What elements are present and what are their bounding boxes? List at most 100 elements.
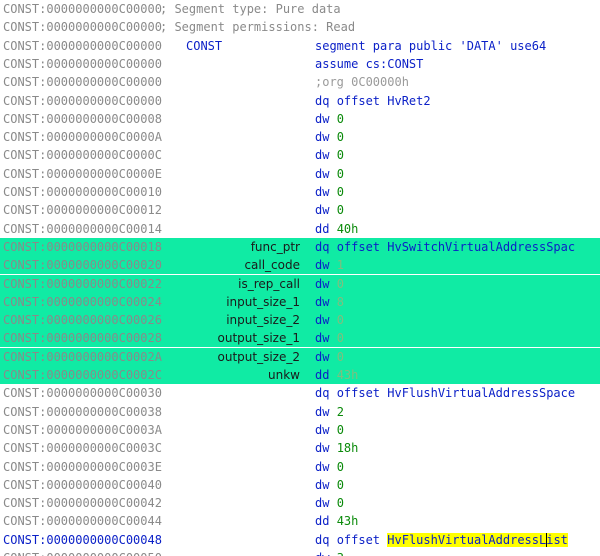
listing-line[interactable]: CONST:0000000000C00044 dd 43h: [0, 512, 600, 530]
address[interactable]: CONST:0000000000C00044: [3, 512, 162, 530]
numeric-operand[interactable]: 0: [337, 496, 344, 510]
struct-field-label[interactable]: output_size_1: [218, 329, 300, 347]
instruction[interactable]: dd 43h: [315, 366, 358, 384]
instruction[interactable]: dw 0: [315, 311, 344, 329]
operand[interactable]: offset HvFlushVirtualAddressSpace: [337, 386, 575, 400]
listing-line[interactable]: CONST:0000000000C0000A dw 0: [0, 128, 600, 146]
address[interactable]: CONST:0000000000C00048: [3, 531, 162, 549]
instruction[interactable]: dw 0: [315, 421, 344, 439]
address[interactable]: CONST:0000000000C00000: [3, 55, 162, 73]
listing-line[interactable]: CONST:0000000000C0002C unkw dd 43h: [0, 366, 600, 384]
instruction[interactable]: assume cs:CONST: [315, 55, 423, 73]
instruction[interactable]: ;org 0C00000h: [315, 73, 409, 91]
address[interactable]: CONST:0000000000C00010: [3, 183, 162, 201]
address[interactable]: CONST:0000000000C00000: [3, 37, 162, 55]
instruction[interactable]: dw 1: [315, 256, 344, 274]
numeric-operand[interactable]: 1: [337, 258, 344, 272]
numeric-operand[interactable]: 0: [337, 130, 344, 144]
address[interactable]: CONST:0000000000C00014: [3, 220, 162, 238]
address[interactable]: CONST:0000000000C00026: [3, 311, 162, 329]
listing-line[interactable]: CONST:0000000000C00008 dw 0: [0, 110, 600, 128]
instruction[interactable]: dq offset HvFlushVirtualAddressSpace: [315, 384, 575, 402]
instruction[interactable]: dw 0: [315, 275, 344, 293]
address[interactable]: CONST:0000000000C00024: [3, 293, 162, 311]
numeric-operand[interactable]: 43h: [337, 368, 359, 382]
address[interactable]: CONST:0000000000C0003E: [3, 458, 162, 476]
address[interactable]: CONST:0000000000C00042: [3, 494, 162, 512]
address[interactable]: CONST:0000000000C0002C: [3, 366, 162, 384]
address[interactable]: CONST:0000000000C0002A: [3, 348, 162, 366]
instruction[interactable]: dq offset HvSwitchVirtualAddressSpac: [315, 238, 575, 256]
listing-line[interactable]: CONST:0000000000C0002A output_size_2 dw 0: [0, 347, 600, 366]
instruction[interactable]: dw 0: [315, 201, 344, 219]
listing-line[interactable]: CONST:0000000000C00018 func_ptr dq offset …: [0, 237, 600, 256]
instruction[interactable]: dw 0: [315, 128, 344, 146]
segment-label[interactable]: CONST: [186, 37, 222, 55]
instruction[interactable]: dw 0: [315, 494, 344, 512]
address[interactable]: CONST:0000000000C0003C: [3, 439, 162, 457]
listing-line[interactable]: CONST:0000000000C00000; Segment permissi…: [0, 18, 600, 36]
address[interactable]: CONST:0000000000C00040: [3, 476, 162, 494]
numeric-operand[interactable]: 0: [337, 112, 344, 126]
listing-line[interactable]: CONST:0000000000C00020 call_code dw 1: [0, 256, 600, 275]
struct-field-label[interactable]: input_size_2: [226, 311, 300, 329]
numeric-operand[interactable]: 0: [337, 277, 344, 291]
instruction[interactable]: dw 0: [315, 183, 344, 201]
address[interactable]: CONST:0000000000C0000C: [3, 146, 162, 164]
instruction[interactable]: dq offset HvFlushVirtualAddressList: [315, 531, 568, 549]
instruction[interactable]: dq offset HvRet2: [315, 92, 431, 110]
struct-field-label[interactable]: unkw: [268, 366, 300, 384]
struct-field-label[interactable]: func_ptr: [251, 238, 300, 256]
listing-line[interactable]: CONST:0000000000C0000E dw 0: [0, 165, 600, 183]
listing-line[interactable]: CONST:0000000000C00038 dw 2: [0, 403, 600, 421]
address[interactable]: CONST:0000000000C00000: [3, 18, 162, 36]
address[interactable]: CONST:0000000000C0000A: [3, 128, 162, 146]
listing-line[interactable]: CONST:0000000000C00042 dw 0: [0, 494, 600, 512]
numeric-operand[interactable]: 18h: [337, 441, 359, 455]
listing-line[interactable]: CONST:0000000000C00000 ;org 0C00000h: [0, 73, 600, 91]
instruction[interactable]: dw 0: [315, 329, 344, 347]
instruction[interactable]: segment para public 'DATA' use64: [315, 37, 546, 55]
listing-line[interactable]: CONST:0000000000C00000 assume cs:CONST: [0, 55, 600, 73]
numeric-operand[interactable]: 0: [337, 167, 344, 181]
numeric-operand[interactable]: 0: [337, 203, 344, 217]
listing-line[interactable]: CONST:0000000000C00050 dw 3: [0, 549, 600, 556]
address[interactable]: CONST:0000000000C0003A: [3, 421, 162, 439]
operand[interactable]: offset: [337, 533, 380, 547]
listing-line[interactable]: CONST:0000000000C00022 is_rep_call dw 0: [0, 274, 600, 293]
numeric-operand[interactable]: 2: [337, 405, 344, 419]
instruction[interactable]: dw 0: [315, 110, 344, 128]
listing-line[interactable]: CONST:0000000000C00024 input_size_1 dw 8: [0, 292, 600, 311]
instruction[interactable]: dw 0: [315, 165, 344, 183]
numeric-operand[interactable]: 40h: [337, 222, 359, 236]
struct-field-label[interactable]: input_size_1: [226, 293, 300, 311]
highlighted-symbol[interactable]: HvFlushVirtualAddressList: [387, 532, 568, 548]
address[interactable]: CONST:0000000000C00000: [3, 73, 162, 91]
listing-line[interactable]: CONST:0000000000C00026 input_size_2 dw 0: [0, 311, 600, 330]
address[interactable]: CONST:0000000000C00008: [3, 110, 162, 128]
numeric-operand[interactable]: 0: [337, 313, 344, 327]
operand[interactable]: offset HvRet2: [337, 94, 431, 108]
instruction[interactable]: dw 0: [315, 348, 344, 366]
struct-field-label[interactable]: is_rep_call: [238, 275, 300, 293]
address[interactable]: CONST:0000000000C00000: [3, 92, 162, 110]
struct-field-label[interactable]: call_code: [244, 256, 300, 274]
listing-line[interactable]: CONST:0000000000C0003E dw 0: [0, 458, 600, 476]
instruction[interactable]: dw 0: [315, 458, 344, 476]
numeric-operand[interactable]: 0: [337, 148, 344, 162]
address[interactable]: CONST:0000000000C00020: [3, 256, 162, 274]
listing-line[interactable]: CONST:0000000000C00000 dq offset HvRet2: [0, 92, 600, 110]
numeric-operand[interactable]: 43h: [337, 514, 359, 528]
numeric-operand[interactable]: 0: [337, 331, 344, 345]
address[interactable]: CONST:0000000000C00030: [3, 384, 162, 402]
address[interactable]: CONST:0000000000C00022: [3, 275, 162, 293]
address[interactable]: CONST:0000000000C00028: [3, 329, 162, 347]
instruction[interactable]: dw 8: [315, 293, 344, 311]
listing-line[interactable]: CONST:0000000000C00000; Segment type: Pu…: [0, 0, 600, 18]
numeric-operand[interactable]: 8: [337, 295, 344, 309]
listing-line[interactable]: CONST:0000000000C00010 dw 0: [0, 183, 600, 201]
numeric-operand[interactable]: 0: [337, 460, 344, 474]
numeric-operand[interactable]: 0: [337, 185, 344, 199]
instruction[interactable]: dd 43h: [315, 512, 358, 530]
instruction[interactable]: dw 0: [315, 476, 344, 494]
